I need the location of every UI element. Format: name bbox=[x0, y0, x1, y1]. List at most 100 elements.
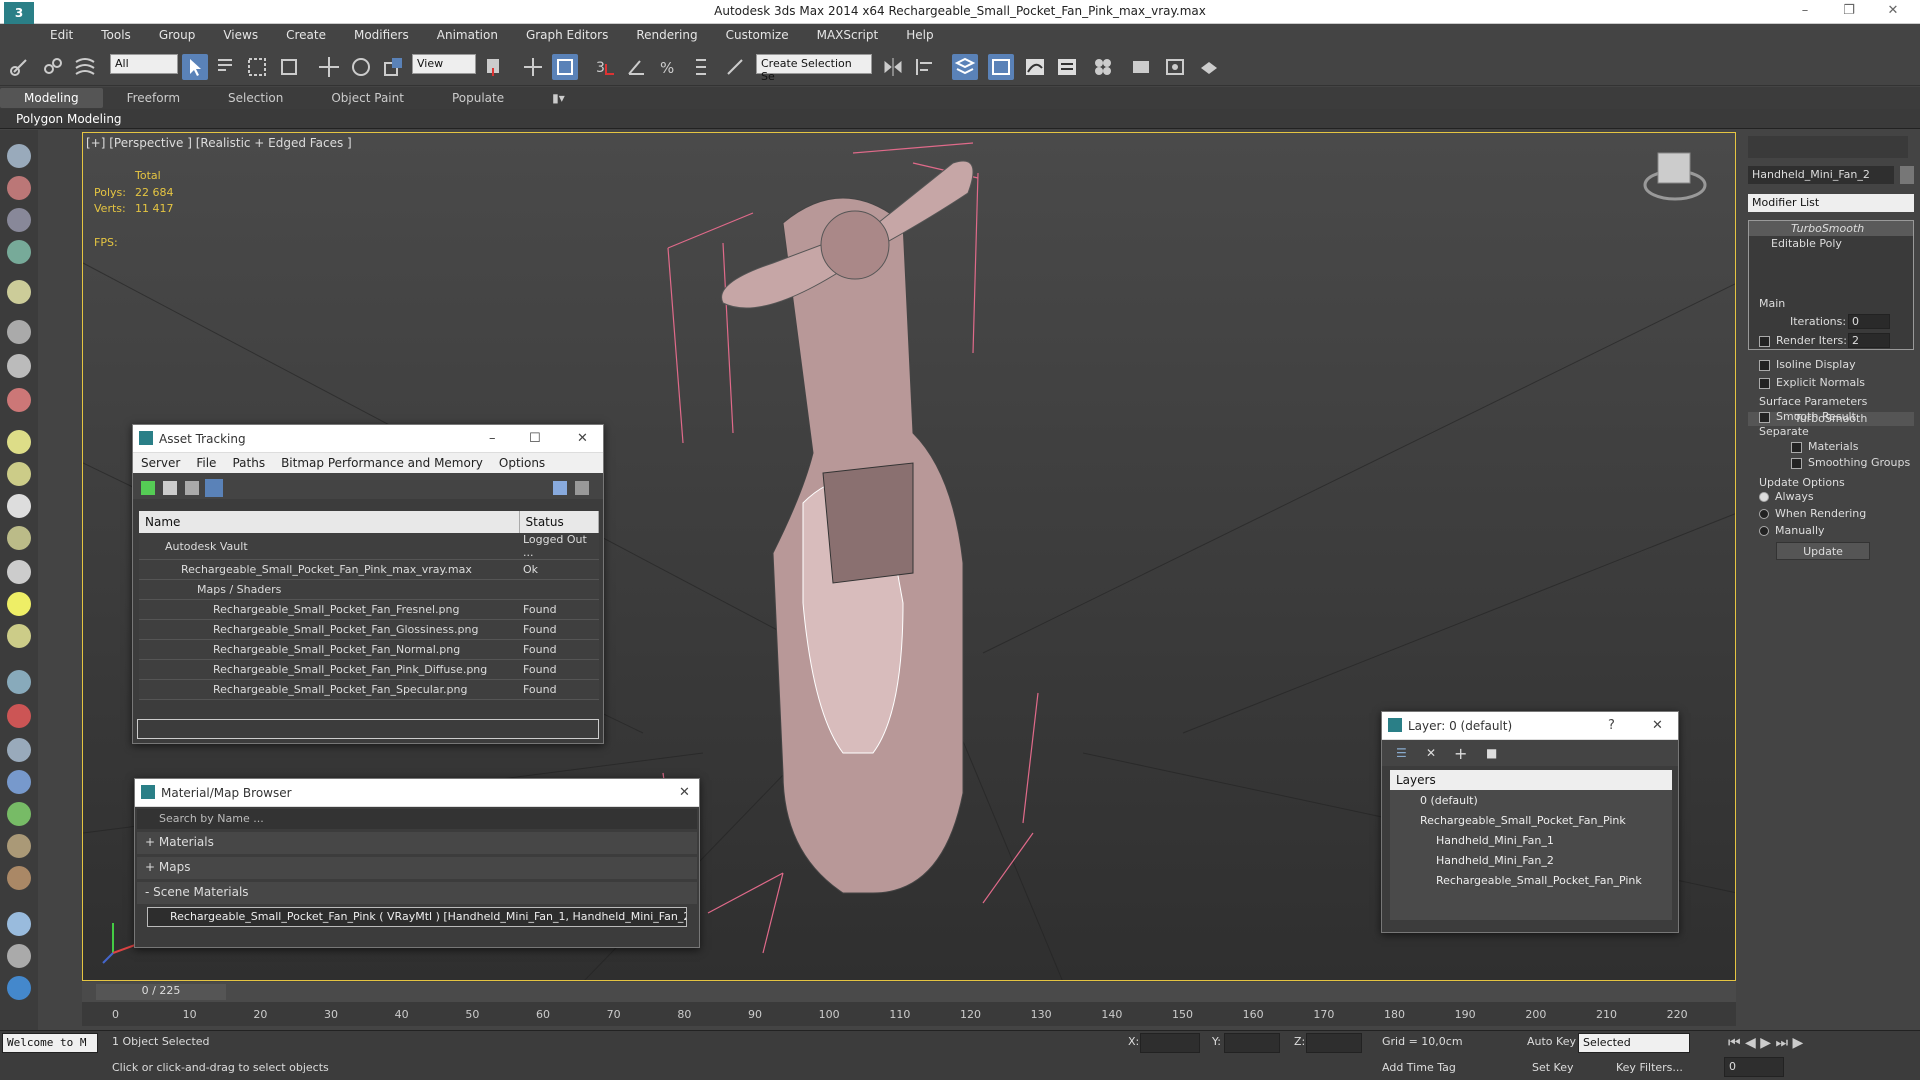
explicit-normals-checkbox[interactable] bbox=[1759, 377, 1770, 389]
select-layer-objects-icon[interactable]: ■ bbox=[1486, 746, 1497, 760]
table-row[interactable]: Autodesk Vault Logged Out ... bbox=[139, 533, 599, 560]
update-manually-radio[interactable] bbox=[1759, 526, 1769, 536]
separate-materials-checkbox[interactable] bbox=[1791, 441, 1802, 453]
render-iters-checkbox[interactable] bbox=[1759, 335, 1770, 347]
table-row[interactable]: Rechargeable_Small_Pocket_Fan_Fresnel.pn… bbox=[139, 599, 599, 620]
list-view-icon[interactable] bbox=[163, 481, 177, 495]
tree-view-icon[interactable] bbox=[185, 481, 199, 495]
rect-selection-icon[interactable] bbox=[244, 54, 270, 80]
minimize-icon[interactable]: – bbox=[1790, 3, 1820, 18]
add-to-layer-icon[interactable]: + bbox=[1454, 744, 1467, 763]
table-row[interactable]: Rechargeable_Small_Pocket_Fan_Normal.png… bbox=[139, 639, 599, 660]
layer-titlebar[interactable]: Layer: 0 (default) ? ✕ bbox=[1382, 712, 1678, 740]
smooth-result-checkbox[interactable] bbox=[1759, 411, 1770, 423]
menu-edit[interactable]: Edit bbox=[36, 28, 87, 42]
curve-editor-icon[interactable] bbox=[1022, 54, 1048, 80]
auto-key-button[interactable]: Auto Key bbox=[1527, 1035, 1576, 1048]
group-maps[interactable]: + Maps bbox=[137, 857, 697, 879]
layer-item[interactable]: Rechargeable_Small_Pocket_Fan_Pink bbox=[1390, 810, 1672, 830]
layer-manager-icon[interactable] bbox=[952, 54, 978, 80]
edit-named-selection-icon[interactable] bbox=[722, 54, 748, 80]
unlink-icon[interactable] bbox=[40, 54, 66, 80]
menu-server[interactable]: Server bbox=[133, 456, 188, 470]
table-row[interactable]: Rechargeable_Small_Pocket_Fan_Pink_max_v… bbox=[139, 559, 599, 580]
schematic-view-icon[interactable] bbox=[1054, 54, 1080, 80]
rotate-icon[interactable] bbox=[348, 54, 374, 80]
update-always-radio[interactable] bbox=[1759, 492, 1769, 502]
isoline-checkbox[interactable] bbox=[1759, 359, 1770, 371]
menu-rendering[interactable]: Rendering bbox=[622, 28, 711, 42]
table-row[interactable]: Rechargeable_Small_Pocket_Fan_Pink_Diffu… bbox=[139, 659, 599, 680]
menu-views[interactable]: Views bbox=[209, 28, 272, 42]
select-manipulate-icon[interactable] bbox=[520, 54, 546, 80]
y-coordinate-field[interactable] bbox=[1224, 1033, 1280, 1053]
tab-populate[interactable]: Populate bbox=[428, 91, 528, 105]
asset-tracking-titlebar[interactable]: Asset Tracking – ☐ ✕ bbox=[133, 425, 603, 453]
tab-selection[interactable]: Selection bbox=[204, 91, 307, 105]
menu-graph-editors[interactable]: Graph Editors bbox=[512, 28, 622, 42]
viewport-label[interactable]: [+] [Perspective ] [Realistic + Edged Fa… bbox=[86, 136, 352, 150]
iterations-spinner[interactable]: 0 bbox=[1848, 314, 1890, 329]
maxscript-listener[interactable]: Welcome to M bbox=[2, 1033, 98, 1053]
menu-customize[interactable]: Customize bbox=[712, 28, 803, 42]
table-row[interactable]: Maps / Shaders bbox=[139, 579, 599, 600]
object-color-swatch[interactable] bbox=[1900, 166, 1914, 184]
ribbon-options-icon[interactable]: ▮▾ bbox=[528, 91, 589, 105]
menu-help[interactable]: Help bbox=[892, 28, 947, 42]
new-layer-icon[interactable]: ☰ bbox=[1396, 746, 1407, 760]
stack-item-turbosmooth[interactable]: TurboSmooth bbox=[1749, 221, 1913, 236]
refresh-icon[interactable] bbox=[141, 481, 155, 495]
command-panel-tabs[interactable] bbox=[1748, 136, 1908, 158]
render-iters-spinner[interactable]: 2 bbox=[1848, 333, 1890, 348]
menu-modifiers[interactable]: Modifiers bbox=[340, 28, 423, 42]
selection-filter-dropdown[interactable]: All bbox=[110, 54, 178, 74]
render-setup-icon[interactable] bbox=[1128, 54, 1154, 80]
snap-toggle-icon[interactable]: 3 bbox=[592, 54, 618, 80]
select-object-icon[interactable] bbox=[182, 54, 208, 80]
table-row[interactable]: Rechargeable_Small_Pocket_Fan_Specular.p… bbox=[139, 679, 599, 700]
menu-tools[interactable]: Tools bbox=[87, 28, 145, 42]
ribbon-toggle-icon[interactable] bbox=[988, 54, 1014, 80]
tab-freeform[interactable]: Freeform bbox=[103, 91, 204, 105]
pivot-center-icon[interactable] bbox=[480, 54, 506, 80]
rendered-frame-window-icon[interactable] bbox=[1162, 54, 1188, 80]
layer-item[interactable]: 0 (default) bbox=[1390, 790, 1672, 810]
menu-animation[interactable]: Animation bbox=[423, 28, 512, 42]
x-coordinate-field[interactable] bbox=[1140, 1033, 1200, 1053]
add-time-tag[interactable]: Add Time Tag bbox=[1382, 1061, 1456, 1074]
column-name[interactable]: Name bbox=[139, 511, 520, 533]
column-status[interactable]: Status bbox=[519, 511, 599, 533]
restore-icon[interactable]: ❐ bbox=[1834, 3, 1864, 18]
menu-maxscript[interactable]: MAXScript bbox=[803, 28, 893, 42]
menu-group[interactable]: Group bbox=[145, 28, 210, 42]
layer-item[interactable]: Rechargeable_Small_Pocket_Fan_Pink bbox=[1390, 870, 1672, 890]
table-view-icon[interactable] bbox=[205, 479, 223, 497]
playback-controls-icon[interactable]: ⏮ ◀ ▶ ⏭ ▶ bbox=[1728, 1035, 1803, 1051]
link-icon[interactable] bbox=[8, 54, 34, 80]
object-name-field[interactable]: Handheld_Mini_Fan_2 bbox=[1748, 166, 1894, 184]
window-crossing-icon[interactable] bbox=[276, 54, 302, 80]
tab-modeling[interactable]: Modeling bbox=[0, 88, 103, 108]
connect-icon[interactable] bbox=[575, 481, 589, 495]
maximize-icon[interactable]: ☐ bbox=[529, 431, 541, 446]
menu-file[interactable]: File bbox=[188, 456, 224, 470]
tab-object-paint[interactable]: Object Paint bbox=[307, 91, 428, 105]
reference-coordinate-dropdown[interactable]: View bbox=[412, 54, 476, 74]
render-production-icon[interactable] bbox=[1196, 54, 1222, 80]
keyboard-shortcut-override-icon[interactable] bbox=[552, 54, 578, 80]
minimize-icon[interactable]: – bbox=[489, 431, 496, 446]
time-slider-thumb[interactable]: 0 / 225 bbox=[96, 984, 226, 1000]
select-by-name-icon[interactable] bbox=[212, 54, 238, 80]
help-icon[interactable]: ? bbox=[1608, 718, 1615, 733]
layer-item[interactable]: Handheld_Mini_Fan_2 bbox=[1390, 850, 1672, 870]
group-scene-materials[interactable]: - Scene Materials bbox=[137, 882, 697, 904]
fan-model[interactable] bbox=[721, 160, 974, 894]
close-icon[interactable]: ✕ bbox=[679, 785, 690, 800]
group-materials[interactable]: + Materials bbox=[137, 832, 697, 854]
close-icon[interactable]: ✕ bbox=[1878, 3, 1908, 18]
named-selection-set-dropdown[interactable]: Create Selection Se bbox=[756, 54, 872, 83]
bind-space-warp-icon[interactable] bbox=[72, 54, 98, 80]
polygon-modeling-label[interactable]: Polygon Modeling bbox=[16, 112, 122, 126]
move-icon[interactable] bbox=[316, 54, 342, 80]
menu-bitmap-performance[interactable]: Bitmap Performance and Memory bbox=[273, 456, 491, 470]
